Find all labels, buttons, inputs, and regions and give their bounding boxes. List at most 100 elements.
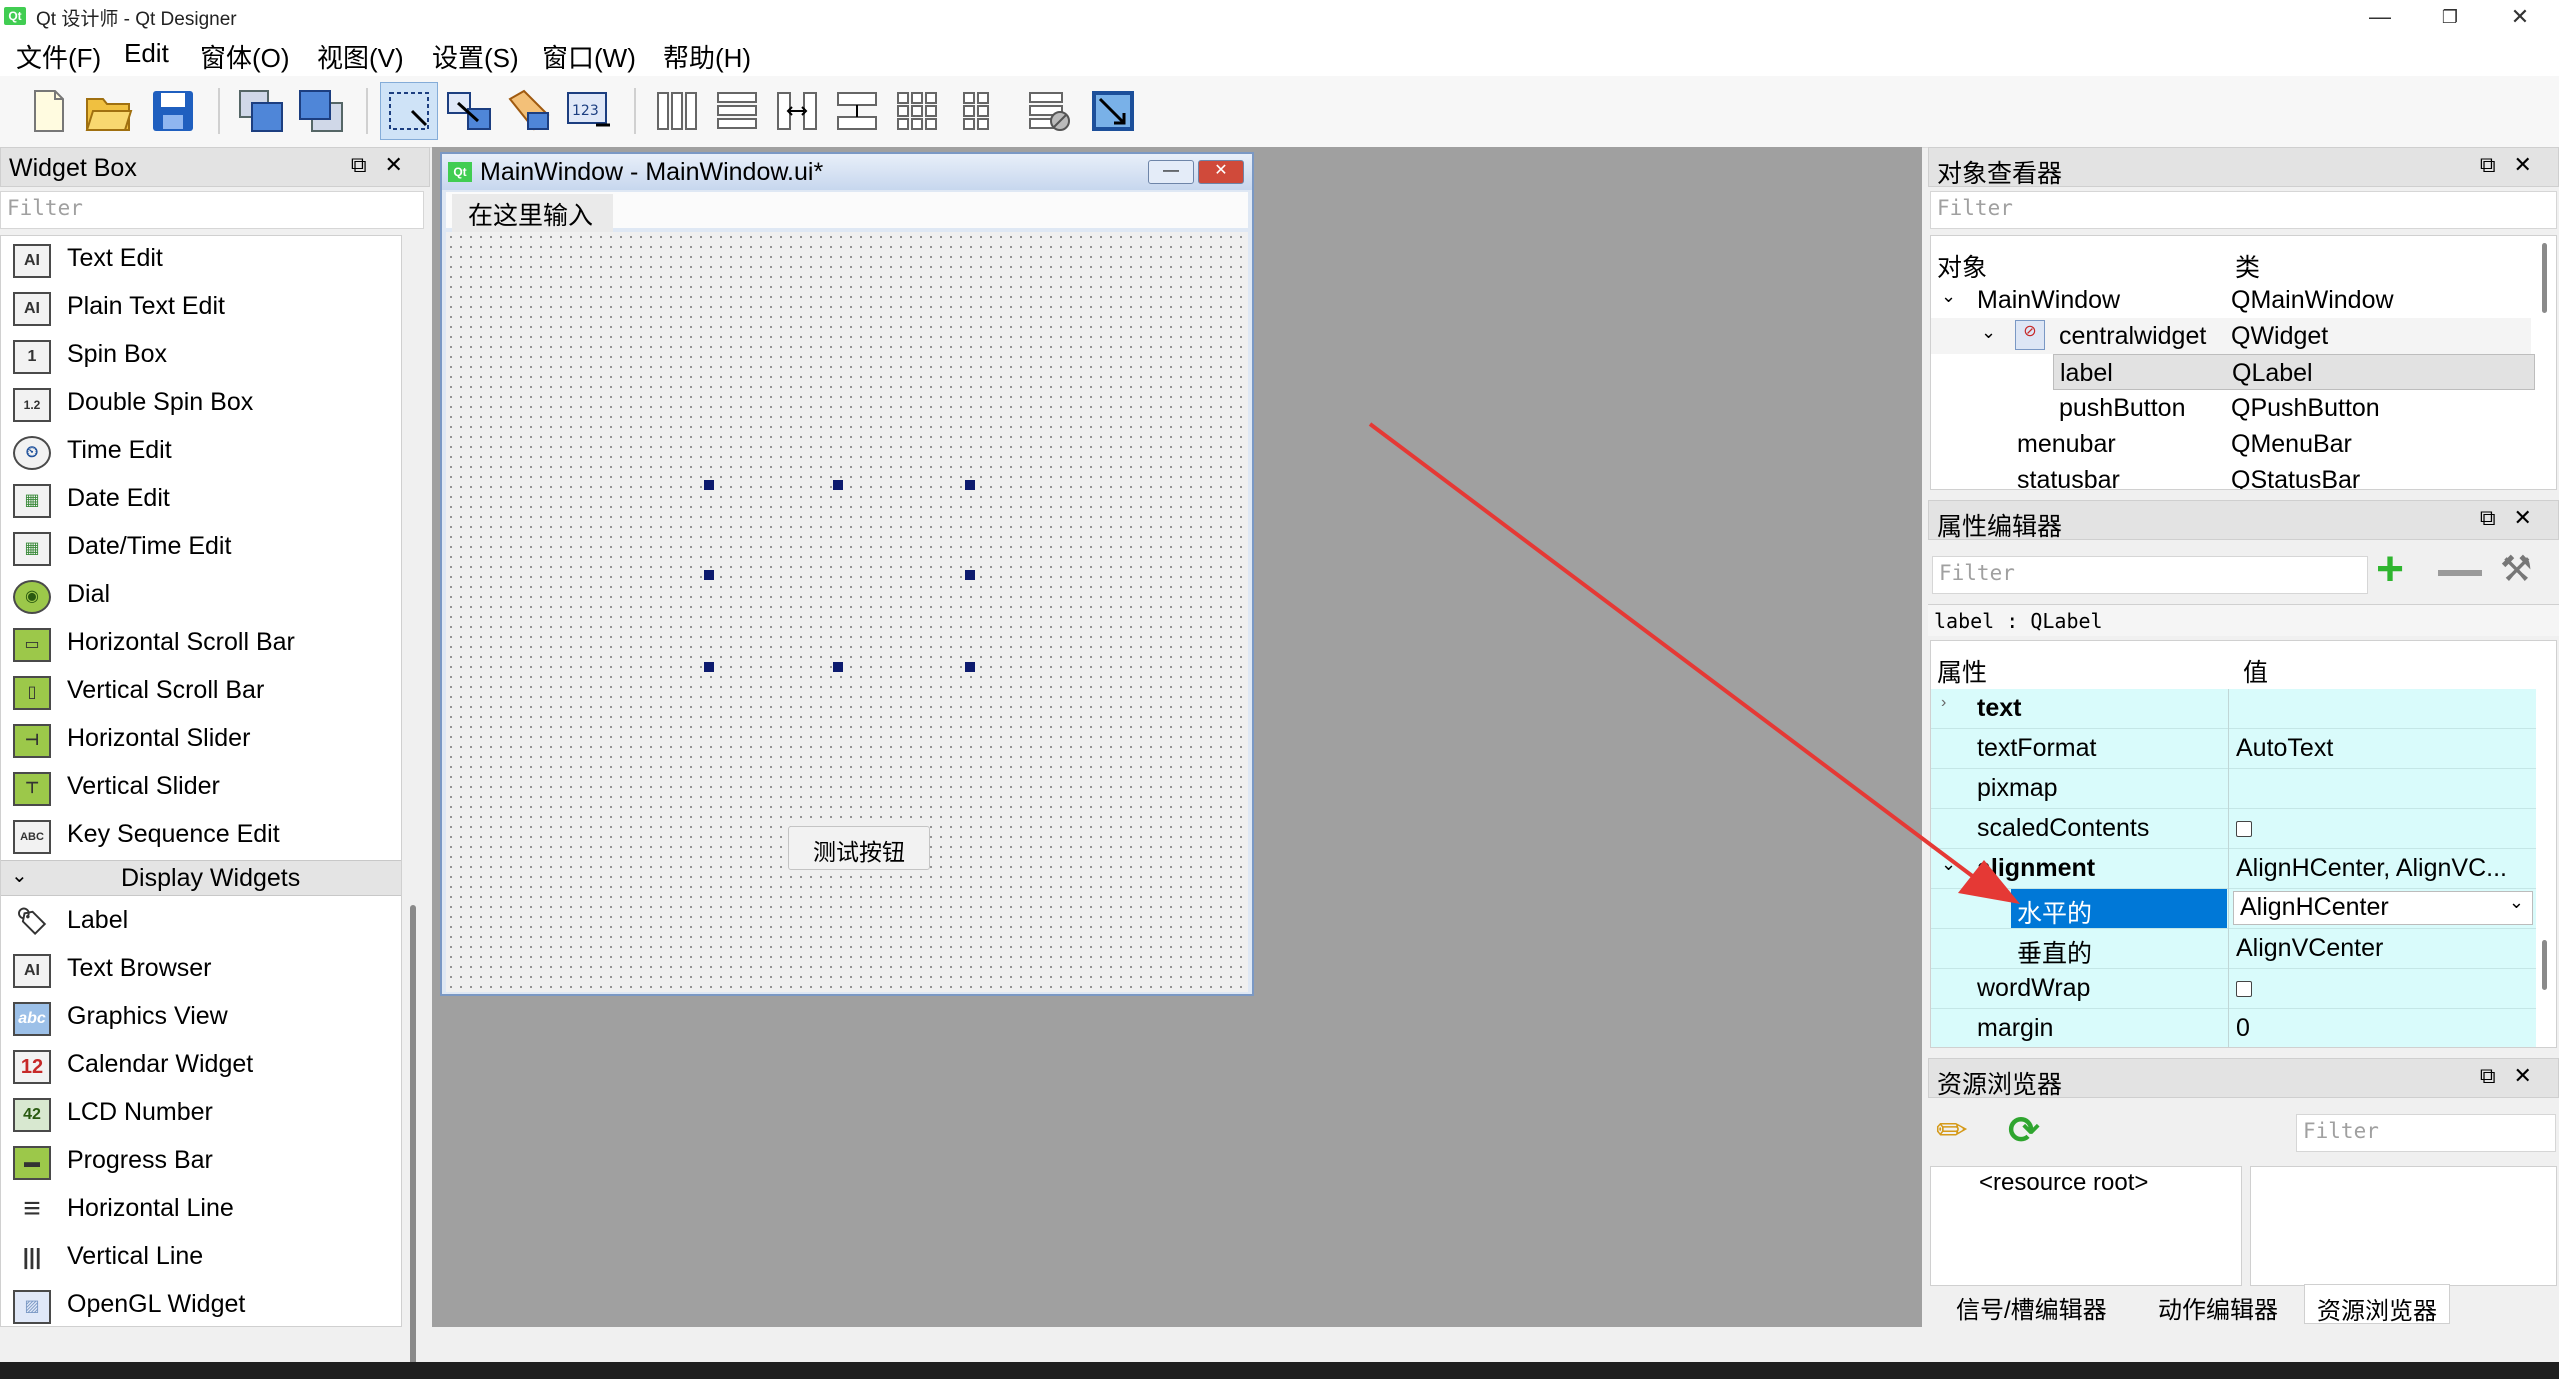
break-layout-icon[interactable] [1020, 82, 1078, 140]
widget-datetime-edit[interactable]: ▦ Date/Time Edit [1, 524, 401, 572]
widget-text-browser[interactable]: AI Text Browser [1, 946, 401, 994]
close-icon[interactable]: ✕ [2485, 0, 2555, 34]
menu-settings[interactable]: 设置(S) [432, 38, 519, 75]
property-filter-input[interactable]: Filter [1932, 556, 2368, 594]
widget-calendar-widget[interactable]: 12 Calendar Widget [1, 1042, 401, 1090]
widget-box-scrollbar[interactable] [410, 905, 416, 1379]
widget-dial[interactable]: ◉ Dial [1, 572, 401, 620]
chevron-right-icon[interactable]: › [1941, 694, 1946, 712]
chevron-down-icon[interactable]: ⌄ [1941, 286, 1956, 307]
word-wrap-checkbox[interactable] [2236, 981, 2252, 998]
tab-action-editor[interactable]: 动作编辑器 [2146, 1284, 2290, 1324]
form-menu-placeholder[interactable]: 在这里输入 [452, 194, 614, 234]
selection-handle[interactable] [965, 570, 975, 580]
remove-property-icon[interactable] [2438, 570, 2482, 576]
add-property-icon[interactable]: + [2376, 546, 2426, 596]
widget-label[interactable]: 🏷 Label [1, 898, 401, 946]
object-tree-scrollbar[interactable] [2542, 243, 2547, 313]
selection-handle[interactable] [965, 480, 975, 490]
prop-row-horizontal[interactable]: 水平的 AlignHCenter ⌄ [1931, 889, 2536, 929]
object-inspector-filter-input[interactable]: Filter [1930, 191, 2557, 229]
widget-key-sequence-edit[interactable]: ABC Key Sequence Edit [1, 812, 401, 860]
resource-filter-input[interactable]: Filter [2296, 1114, 2556, 1152]
layout-vertical-icon[interactable] [708, 82, 766, 140]
horizontal-alignment-combo[interactable]: AlignHCenter ⌄ [2233, 891, 2533, 925]
reload-icon[interactable]: ⟳ [2008, 1108, 2054, 1154]
selection-handle[interactable] [704, 662, 714, 672]
test-push-button[interactable]: 测试按钮 [788, 826, 930, 870]
dock-float-close-icons[interactable]: ⧉✕ [351, 152, 421, 178]
edit-resources-pencil-icon[interactable]: ✏ [1936, 1108, 1982, 1154]
chevron-down-icon[interactable]: ⌄ [1981, 322, 1996, 343]
widget-plain-text-edit[interactable]: AI Plain Text Edit [1, 284, 401, 332]
menu-window[interactable]: 窗口(W) [542, 38, 636, 75]
prop-row-vertical[interactable]: 垂直的 AlignVCenter [1931, 929, 2536, 969]
tree-row-statusbar[interactable]: statusbar QStatusBar [1931, 462, 2531, 489]
form-window[interactable]: Qt MainWindow - MainWindow.ui* — ✕ 在这里输入… [440, 152, 1254, 996]
chevron-down-icon[interactable]: ⌄ [2509, 892, 2524, 913]
widget-vertical-slider[interactable]: ⊤ Vertical Slider [1, 764, 401, 812]
splitter-vertical-icon[interactable] [828, 82, 886, 140]
menu-file[interactable]: 文件(F) [16, 38, 101, 75]
prop-row-text[interactable]: › text [1931, 689, 2536, 729]
layout-grid-icon[interactable] [888, 82, 946, 140]
property-table-scrollbar[interactable] [2542, 940, 2547, 990]
menu-form[interactable]: 窗体(O) [200, 38, 290, 75]
tree-row-menubar[interactable]: menubar QMenuBar [1931, 426, 2531, 462]
menu-help[interactable]: 帮助(H) [663, 38, 751, 75]
widget-date-edit[interactable]: ▦ Date Edit [1, 476, 401, 524]
dock-float-close-icons[interactable]: ⧉✕ [2480, 152, 2550, 178]
layout-form-icon[interactable] [948, 82, 1006, 140]
widget-time-edit[interactable]: ⏲ Time Edit [1, 428, 401, 476]
configure-wrench-icon[interactable]: ⚒ [2500, 548, 2548, 596]
prop-row-wordwrap[interactable]: wordWrap [1931, 969, 2536, 1009]
edit-signals-icon[interactable] [440, 82, 498, 140]
edit-tab-order-icon[interactable]: 123 [560, 82, 618, 140]
widget-text-edit[interactable]: AI Text Edit [1, 236, 401, 284]
save-icon[interactable] [144, 82, 202, 140]
form-minimize-icon[interactable]: — [1148, 160, 1194, 184]
widget-horizontal-scroll-bar[interactable]: ▭ Horizontal Scroll Bar [1, 620, 401, 668]
selection-handle[interactable] [833, 480, 843, 490]
widget-horizontal-line[interactable]: ≡ Horizontal Line [1, 1186, 401, 1234]
form-close-icon[interactable]: ✕ [1198, 160, 1244, 184]
splitter-horizontal-icon[interactable] [768, 82, 826, 140]
widget-horizontal-slider[interactable]: ⊣ Horizontal Slider [1, 716, 401, 764]
dock-float-close-icons[interactable]: ⧉✕ [2480, 1063, 2550, 1089]
widget-double-spin-box[interactable]: 1.2 Double Spin Box [1, 380, 401, 428]
menu-view[interactable]: 视图(V) [317, 38, 404, 75]
minimize-icon[interactable]: — [2345, 0, 2415, 34]
prop-row-margin[interactable]: margin 0 [1931, 1009, 2536, 1047]
selection-handle[interactable] [965, 662, 975, 672]
widget-vertical-scroll-bar[interactable]: ▯ Vertical Scroll Bar [1, 668, 401, 716]
widget-box-filter-input[interactable]: Filter [0, 191, 424, 229]
selection-handle[interactable] [704, 480, 714, 490]
new-file-icon[interactable] [20, 82, 78, 140]
tree-row-label-selected[interactable]: label QLabel [2053, 354, 2535, 390]
bring-to-front-icon[interactable] [232, 82, 290, 140]
selection-handle[interactable] [704, 570, 714, 580]
tab-resource-browser[interactable]: 资源浏览器 [2304, 1284, 2450, 1325]
edit-buddies-icon[interactable] [500, 82, 558, 140]
tree-row-mainwindow[interactable]: ⌄ MainWindow QMainWindow [1931, 282, 2531, 318]
form-canvas[interactable]: 测试按钮 [446, 232, 1248, 992]
category-display-widgets[interactable]: ⌄ Display Widgets [1, 860, 401, 896]
prop-row-alignment[interactable]: ⌄ alignment AlignHCenter, AlignVC... [1931, 849, 2536, 889]
widget-lcd-number[interactable]: 42 LCD Number [1, 1090, 401, 1138]
tree-row-centralwidget[interactable]: ⌄ ⊘ centralwidget QWidget [1931, 318, 2531, 354]
tree-row-pushbutton[interactable]: pushButton QPushButton [1931, 390, 2531, 426]
dock-float-close-icons[interactable]: ⧉✕ [2480, 505, 2550, 531]
adjust-size-icon[interactable] [1084, 82, 1142, 140]
widget-vertical-line[interactable]: ||| Vertical Line [1, 1234, 401, 1282]
widget-graphics-view[interactable]: abc Graphics View [1, 994, 401, 1042]
widget-spin-box[interactable]: 1 Spin Box [1, 332, 401, 380]
maximize-icon[interactable]: ❐ [2415, 0, 2485, 34]
selection-handle[interactable] [833, 662, 843, 672]
send-to-back-icon[interactable] [292, 82, 350, 140]
edit-widgets-icon[interactable] [380, 82, 438, 140]
open-folder-icon[interactable] [80, 82, 138, 140]
layout-horizontal-icon[interactable] [648, 82, 706, 140]
widget-opengl-widget[interactable]: ▨ OpenGL Widget [1, 1282, 401, 1326]
prop-row-textformat[interactable]: textFormat AutoText [1931, 729, 2536, 769]
chevron-down-icon[interactable]: ⌄ [1941, 854, 1956, 875]
